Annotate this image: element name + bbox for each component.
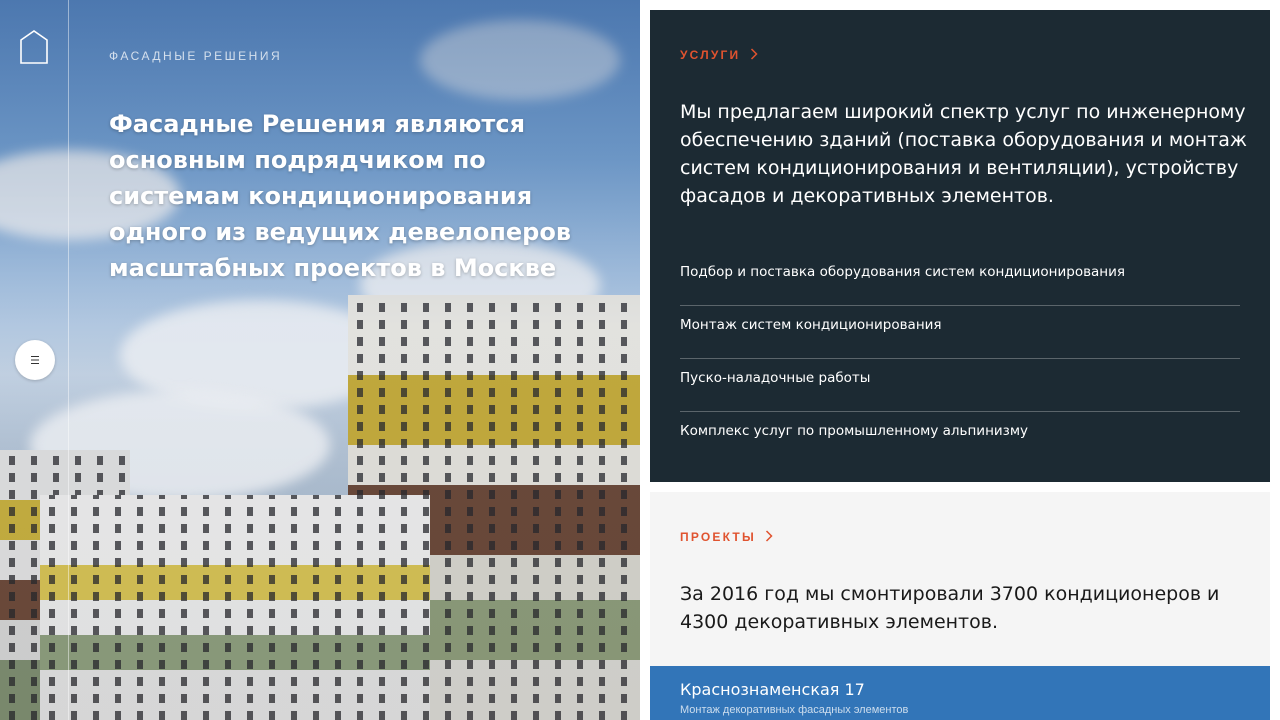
- services-list: Подбор и поставка оборудования систем ко…: [680, 254, 1240, 465]
- projects-link[interactable]: ПРОЕКТЫ: [680, 530, 774, 544]
- hamburger-menu-icon: [31, 356, 39, 364]
- services-intro: Мы предлагаем широкий спектр услуг по ин…: [680, 101, 1248, 207]
- house-outline-icon[interactable]: [20, 30, 48, 64]
- project-subtitle: Монтаж декоративных фасадных элементов: [680, 704, 909, 716]
- service-item[interactable]: Пуско-наладочные работы: [680, 360, 1240, 412]
- services-panel: УСЛУГИ Мы предлагаем широкий спектр услу…: [650, 10, 1270, 482]
- chevron-right-icon: [766, 530, 774, 542]
- service-item[interactable]: Комплекс услуг по промышленному альпиниз…: [680, 413, 1240, 464]
- chevron-right-icon: [750, 48, 758, 60]
- service-item[interactable]: Монтаж систем кондиционирования: [680, 307, 1240, 359]
- project-card[interactable]: Краснознаменская 17 Монтаж декоративных …: [650, 666, 1270, 720]
- vertical-divider: [68, 0, 69, 720]
- services-label: УСЛУГИ: [680, 48, 741, 62]
- projects-panel: ПРОЕКТЫ За 2016 год мы смонтировали 3700…: [650, 492, 1270, 720]
- service-item[interactable]: Подбор и поставка оборудования систем ко…: [680, 254, 1240, 306]
- brand-kicker: ФАСАДНЫЕ РЕШЕНИЯ: [109, 49, 283, 63]
- projects-summary: За 2016 год мы смонтировали 3700 кондици…: [680, 583, 1220, 633]
- projects-label: ПРОЕКТЫ: [680, 530, 756, 544]
- project-title: Краснознаменская 17: [680, 680, 865, 699]
- services-link[interactable]: УСЛУГИ: [680, 48, 758, 62]
- hero-headline: Фасадные Решения являются основным подря…: [109, 110, 572, 282]
- hero-section: ФАСАДНЫЕ РЕШЕНИЯ Фасадные Решения являют…: [0, 0, 640, 720]
- menu-button[interactable]: [15, 340, 55, 380]
